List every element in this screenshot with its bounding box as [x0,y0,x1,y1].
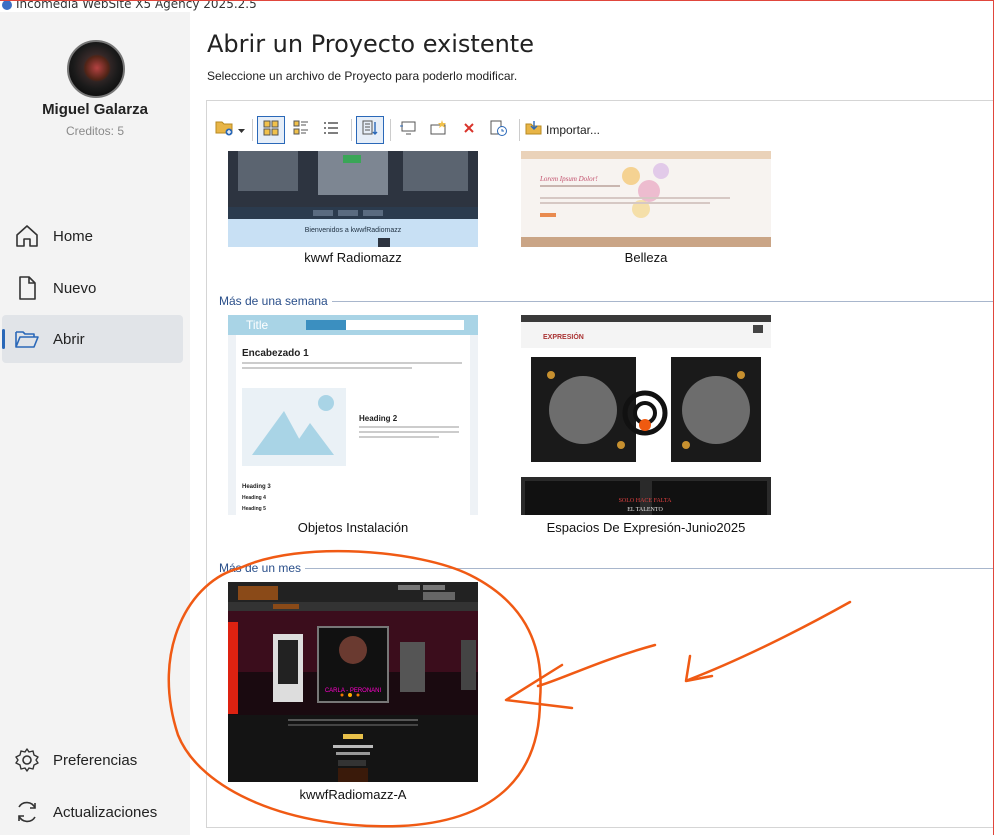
group-divider [303,568,993,569]
monitor-icon [399,119,419,142]
group-header-month: Más de un mes [219,561,306,575]
sidebar-item-label: Home [53,227,94,245]
folder-open-icon [14,326,40,352]
new-file-icon [14,275,40,301]
thumbnail-text: CARLA - PERONANI [325,688,382,694]
thumbnail-text: SOLO HACE FALTA [619,498,673,504]
project-thumbnail: EXPRESIÓN SOLO HACE FALTA EL TALENTO [521,315,771,515]
project-name: Objetos Instalación [297,520,409,535]
sidebar-item-home[interactable]: Home [2,212,183,260]
close-icon [462,121,476,140]
import-label: Importar... [546,123,601,137]
group-header-week: Más de una semana [219,294,332,308]
refresh-icon [14,799,40,825]
project-thumbnail: Bienvenidos a kwwfRadiomazz [228,151,478,247]
title-bar: Incomedia WebSite X5 Agency 2025.2.5 [0,0,994,12]
thumbnail-text: Heading 4 [242,495,266,501]
grid-view-icon [262,119,280,142]
app-icon [2,0,12,10]
view-list-button[interactable] [317,116,345,144]
sidebar-item-label: Nuevo [53,279,97,297]
thumbnail-text: Lorem Ipsum Dolor! [539,175,598,183]
avatar[interactable] [67,40,125,98]
toolbar-separator [351,119,352,141]
list-view-icon [322,119,340,142]
thumbnail-text: Heading 2 [359,414,398,423]
group-divider [329,301,993,302]
thumbnail-text: Heading 5 [242,506,266,512]
home-icon [14,223,40,249]
sidebar-item-label: Preferencias [53,751,138,769]
detail-view-icon [292,119,310,142]
history-button[interactable] [485,116,513,144]
history-icon [489,119,509,142]
preview-button[interactable] [395,116,423,144]
folder-add-icon [215,119,235,142]
project-thumbnail: Lorem Ipsum Dolor! [521,151,771,247]
project-name: kwwf Radiomazz [304,250,402,265]
add-folder-button[interactable] [214,116,246,144]
toolbar-separator [390,119,391,141]
duplicate-icon [429,119,449,142]
toolbar-separator [252,119,253,141]
project-name: Espacios De Expresión-Junio2025 [546,520,746,535]
sidebar-item-label: Actualizaciones [53,803,158,821]
chevron-down-icon [238,121,245,139]
duplicate-button[interactable] [425,116,453,144]
view-details-button[interactable] [287,116,315,144]
sort-icon [361,119,379,142]
sidebar: Miguel Galarza Creditos: 5 Home Nuevo Ab… [0,12,190,835]
delete-button[interactable] [455,116,483,144]
import-button[interactable]: Importar... [524,116,601,144]
sidebar-item-preferences[interactable]: Preferencias [2,736,183,784]
window-title: Incomedia WebSite X5 Agency 2025.2.5 [16,0,257,11]
page-subtitle: Seleccione un archivo de Proyecto para p… [207,69,518,83]
toolbar: Importar... [207,113,993,147]
thumbnail-text: Heading 3 [242,484,271,490]
project-name: Belleza [624,250,668,265]
sidebar-item-updates[interactable]: Actualizaciones [2,788,183,835]
project-thumbnail: CARLA - PERONANI [228,582,478,782]
project-thumbnail: Title Encabezado 1 Heading 2 Heading 3 H… [228,315,478,515]
project-name: kwwfRadiomazz-A [299,787,407,802]
sidebar-item-label: Abrir [53,330,85,348]
page-title: Abrir un Proyecto existente [207,30,534,58]
view-large-icons-button[interactable] [257,116,285,144]
sort-button[interactable] [356,116,384,144]
project-browser-panel: Importar... Bienvenidos a kwwfRadiomazz [206,100,994,828]
user-name: Miguel Galarza [42,101,148,118]
sidebar-item-open[interactable]: Abrir [2,315,183,363]
gear-icon [14,747,40,773]
credits-label: Creditos: 5 [65,124,125,138]
thumbnail-text: Bienvenidos a kwwfRadiomazz [305,227,402,234]
thumbnail-text: EL TALENTO [627,507,663,513]
thumbnail-text: EXPRESIÓN [543,332,584,341]
project-list[interactable]: Bienvenidos a kwwfRadiomazz kwwf Radioma… [207,151,993,827]
import-folder-icon [525,120,543,141]
toolbar-separator [519,119,520,141]
thumbnail-text: Title [246,318,269,332]
sidebar-item-new[interactable]: Nuevo [2,264,183,312]
thumbnail-text: Encabezado 1 [242,348,309,359]
